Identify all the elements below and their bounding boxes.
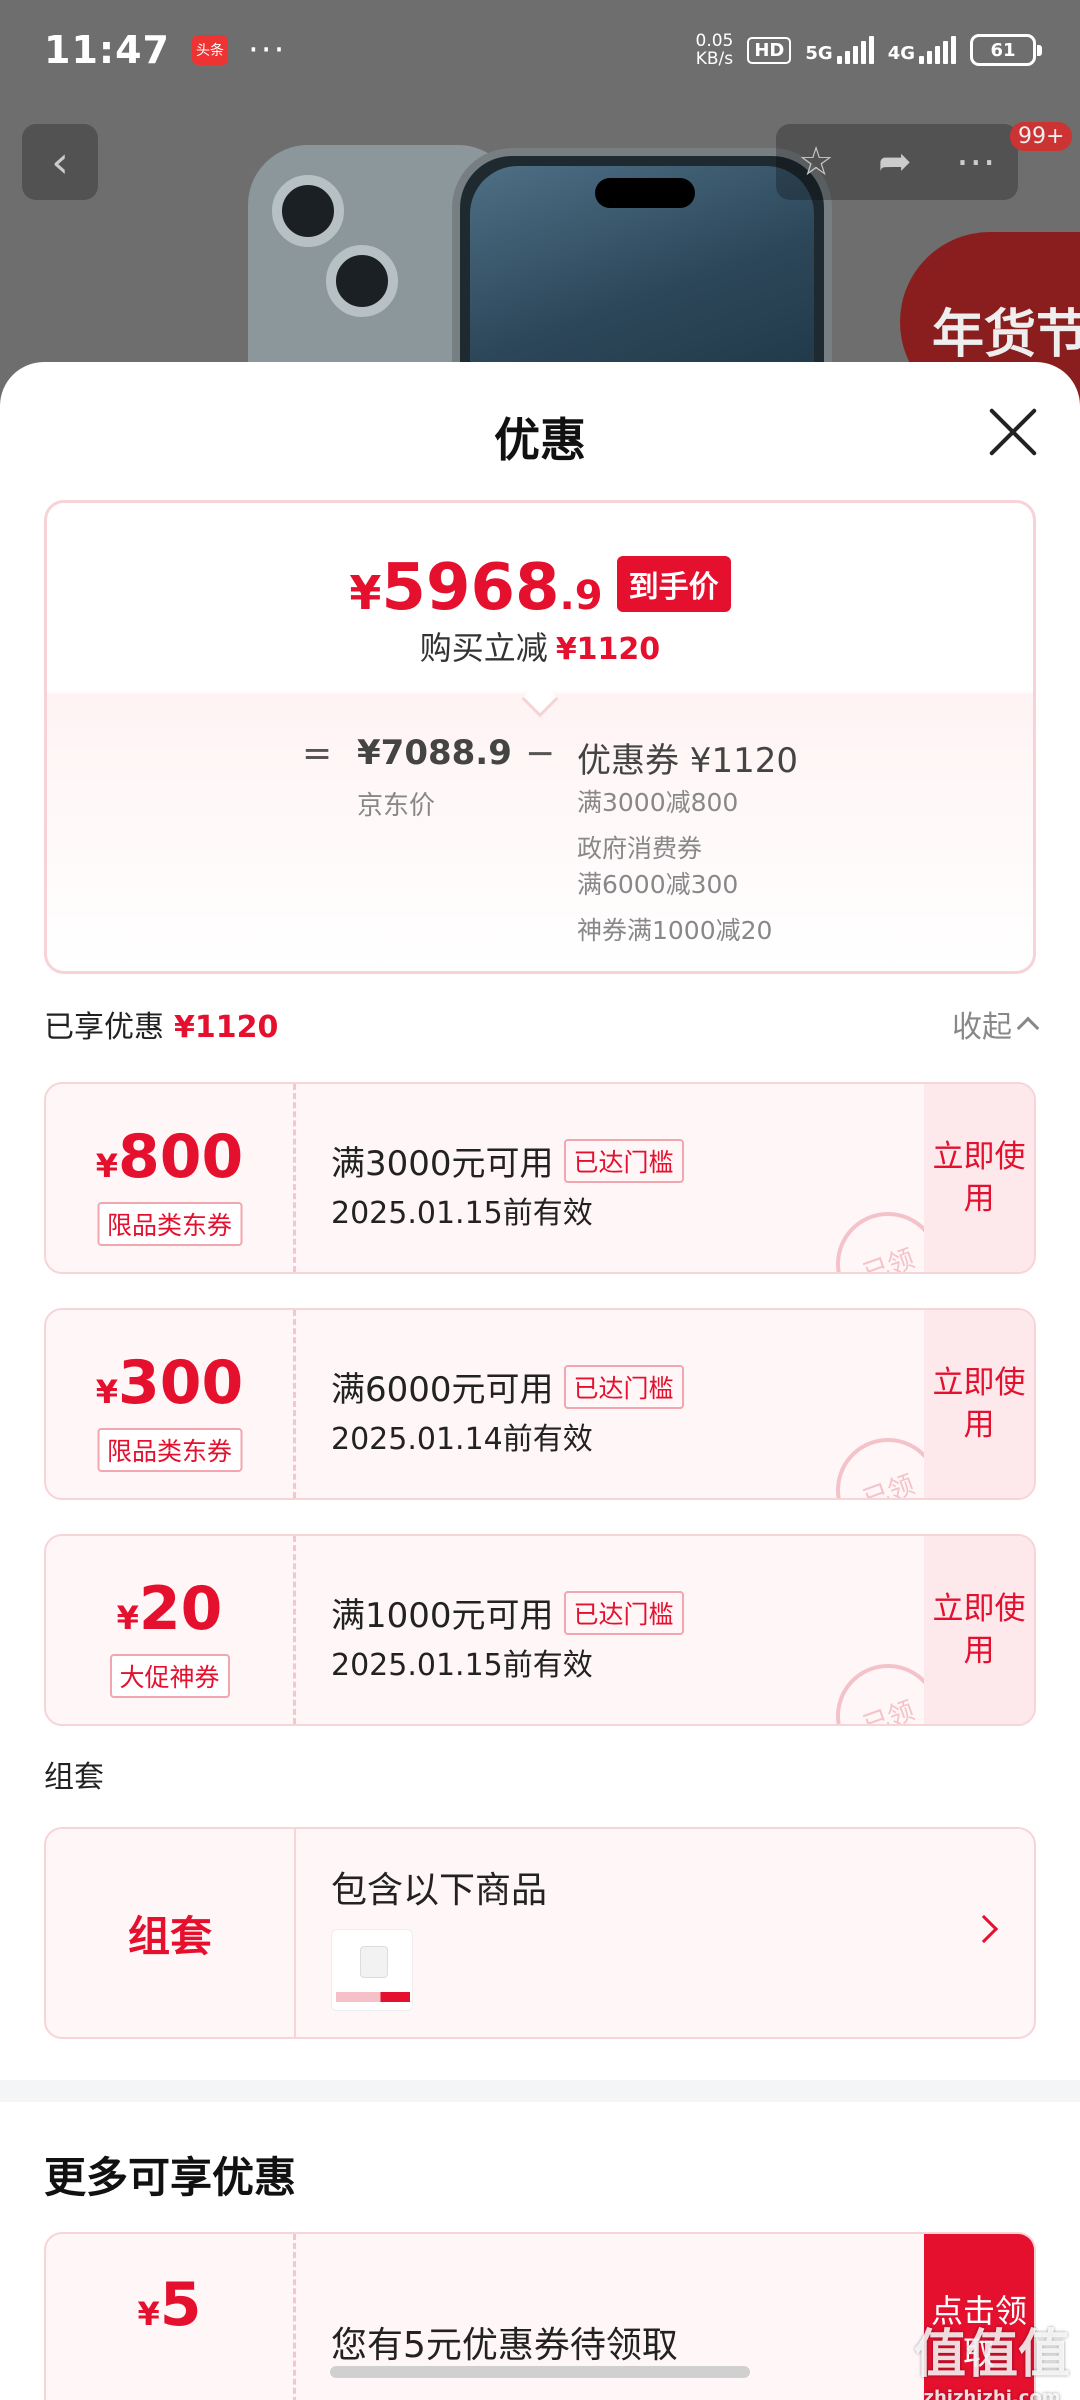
- coupon-type-tag: 限品类东券: [96, 1202, 243, 1246]
- coupon-type-tag: 大促神券: [109, 1654, 230, 1698]
- more-icon[interactable]: ⋯: [956, 139, 996, 185]
- jd-price: ¥7088.9: [357, 733, 512, 773]
- coupon-amount: ¥800: [95, 1122, 244, 1192]
- status-bar: 11:47 头条 ··· 0.05 KB/s HD 5G 4G 61: [0, 0, 1080, 100]
- coupon-detail: 政府消费券: [577, 834, 703, 863]
- bundle-product-thumbnail[interactable]: [331, 1929, 413, 2011]
- threshold-reached-badge: 已达门槛: [563, 1139, 684, 1183]
- bundle-section-label: 组套: [44, 1760, 104, 1795]
- bundle-label: 组套: [46, 1829, 296, 2037]
- share-icon[interactable]: ➦: [878, 139, 912, 185]
- coupon-description: 您有5元优惠券待领取: [331, 2325, 678, 2366]
- back-button[interactable]: ‹: [22, 124, 98, 200]
- coupon-amount: ¥5: [137, 2270, 202, 2340]
- collapse-button[interactable]: 收起: [952, 1002, 1040, 1046]
- instant-discount: 购买立减 ¥1120: [419, 629, 661, 667]
- bundle-card[interactable]: 组套 包含以下商品: [44, 1827, 1036, 2039]
- coupon-validity: 2025.01.15前有效: [331, 1196, 593, 1231]
- watermark: 值值值 zhizhizhi.com: [913, 2325, 1070, 2400]
- more-discounts-title: 更多可享优惠: [44, 2153, 297, 2202]
- camera-lens: [272, 175, 344, 247]
- app-notification-icon: 头条: [191, 35, 228, 65]
- coupon-condition: 满3000元可用 已达门槛: [331, 1136, 684, 1185]
- threshold-reached-badge: 已达门槛: [563, 1365, 684, 1409]
- use-now-button[interactable]: 立即使用: [924, 1310, 1034, 1498]
- section-divider: [0, 2080, 1080, 2102]
- coupon-total: 优惠券 ¥1120: [577, 741, 798, 781]
- coupon-type-tag: 限品类东券: [96, 1428, 243, 1472]
- signal-5g-icon: 5G: [805, 36, 874, 64]
- enjoyed-discount: 已享优惠 ¥1120: [44, 1010, 279, 1045]
- hd-icon: HD: [747, 36, 792, 64]
- final-price: ¥ 5968 .9 到手价: [47, 551, 1033, 625]
- coupon-card: ¥800 限品类东券 满3000元可用 已达门槛 2025.01.15前有效 已领…: [44, 1082, 1036, 1274]
- close-icon[interactable]: [985, 404, 1041, 460]
- use-now-button[interactable]: 立即使用: [924, 1536, 1034, 1724]
- bundle-title: 包含以下商品: [331, 1870, 548, 1911]
- chevron-right-icon: [969, 1914, 999, 1944]
- signal-4g-icon: 4G: [888, 36, 956, 64]
- coupon-condition: 满1000元可用 已达门槛: [331, 1588, 684, 1637]
- coupon-detail: 神券满1000减20: [577, 916, 773, 945]
- top-actions: ☆ ➦ ⋯: [776, 124, 1018, 200]
- jd-price-label: 京东价: [357, 791, 436, 821]
- coupon-amount: ¥20: [116, 1574, 223, 1644]
- battery-icon: 61: [970, 34, 1042, 66]
- coupon-condition: 满6000元可用 已达门槛: [331, 1362, 684, 1411]
- chevron-up-icon: [1016, 1016, 1040, 1040]
- more-notifications-icon: ···: [247, 30, 287, 70]
- price-summary: ¥ 5968 .9 到手价 购买立减 ¥1120 = ¥7088.9 京东价 − …: [44, 500, 1036, 974]
- coupon-card: ¥300 限品类东券 满6000元可用 已达门槛 2025.01.14前有效 已领…: [44, 1308, 1036, 1500]
- use-now-button[interactable]: 立即使用: [924, 1084, 1034, 1272]
- star-icon[interactable]: ☆: [798, 139, 834, 185]
- threshold-reached-badge: 已达门槛: [563, 1591, 684, 1635]
- network-speed: 0.05 KB/s: [695, 31, 734, 69]
- chevron-left-icon: ‹: [51, 136, 69, 188]
- sheet-title: 优惠: [494, 413, 586, 467]
- coupon-validity: 2025.01.15前有效: [331, 1648, 593, 1683]
- coupon-card: ¥20 大促神券 满1000元可用 已达门槛 2025.01.15前有效 已领 立…: [44, 1534, 1036, 1726]
- discount-sheet: 优惠 ¥ 5968 .9 到手价 购买立减 ¥1120 = ¥7088.9 京东价…: [0, 362, 1080, 2400]
- divider-pointer: [521, 680, 559, 718]
- message-badge: 99+: [1010, 122, 1073, 151]
- coupon-detail: 满6000减300: [577, 870, 739, 899]
- coupon-validity: 2025.01.14前有效: [331, 1422, 593, 1457]
- camera-lens: [326, 245, 398, 317]
- coupon-detail: 满3000减800: [577, 788, 739, 817]
- final-price-tag: 到手价: [616, 556, 731, 612]
- home-indicator[interactable]: [330, 2366, 750, 2378]
- coupon-amount: ¥300: [95, 1348, 244, 1418]
- status-time: 11:47: [44, 28, 170, 72]
